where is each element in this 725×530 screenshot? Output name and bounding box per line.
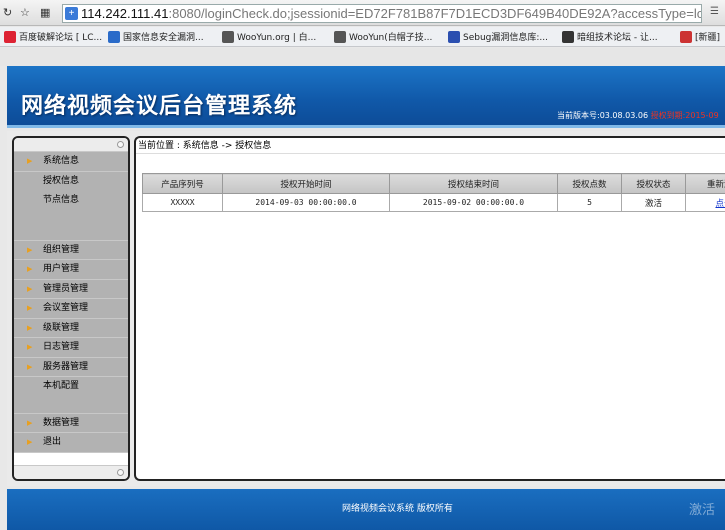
cell-reactivate: 点击 xyxy=(685,193,725,212)
collapse-dot-icon[interactable] xyxy=(117,141,124,148)
sidebar-item-label: 数据管理 xyxy=(43,417,80,428)
col-header-serial: 产品序列号 xyxy=(142,173,223,194)
triangle-right-icon: ▶ xyxy=(27,304,33,312)
col-header-start: 授权开始时间 xyxy=(222,173,390,194)
version-label: 当前版本号:03.08.03.06 xyxy=(557,111,649,120)
license-table: 产品序列号 授权开始时间 授权结束时间 授权点数 授权状态 重新激活 XXXXX… xyxy=(142,173,725,212)
cell-start: 2014-09-03 00:00:00.0 xyxy=(222,193,390,212)
bookmarks-bar: 百度破解论坛 [ LC... 国家信息安全漏洞... WooYun.org | 白.… xyxy=(0,27,725,47)
triangle-right-icon: ▶ xyxy=(27,245,33,254)
app-title: 网络视频会议后台管理系统 xyxy=(21,94,298,119)
activation-watermark: 激活 xyxy=(689,503,716,518)
table-header-row: 产品序列号 授权开始时间 授权结束时间 授权点数 授权状态 重新激活 xyxy=(142,173,725,194)
sidebar-item[interactable]: ▶ 级联管理 xyxy=(14,318,128,338)
bookmark-label: 国家信息安全漏洞... xyxy=(123,33,204,43)
browser-toolbar: ↻ ☆ ▦ + 114.242.111.41:8080/loginCheck.d… xyxy=(0,0,725,26)
triangle-right-icon: ▶ xyxy=(27,418,33,427)
url-path: :8080/loginCheck.do;jsessionid=ED72F781B… xyxy=(168,6,702,21)
bookmark-label: [新疆] xyxy=(695,33,721,43)
col-header-status: 授权状态 xyxy=(621,173,686,194)
browser-menu-icon[interactable]: ☰ xyxy=(710,6,719,17)
bookmark-favicon-icon xyxy=(108,30,120,43)
table-row: XXXXX 2014-09-03 00:00:00.0 2015-09-02 0… xyxy=(142,193,725,212)
content-panel: 当前位置 : 系统信息 -> 授权信息 产品序列号 授权开始时间 授权结束时间 … xyxy=(134,136,725,481)
reload-icon[interactable]: ↻ xyxy=(3,6,12,19)
url-host: 114.242.111.41 xyxy=(81,6,169,21)
bookmark-label: WooYun.org | 白... xyxy=(237,33,317,43)
sidebar-item-label: 会议室管理 xyxy=(43,303,89,313)
version-info: 当前版本号:03.08.03.06 授权到期:2015-09 xyxy=(557,110,719,121)
bookmark-item[interactable]: 国家信息安全漏洞... xyxy=(108,30,204,43)
collapse-dot-icon[interactable] xyxy=(117,469,124,476)
bookmark-item[interactable]: 百度破解论坛 [ LC... xyxy=(4,30,102,43)
site-favicon-icon: + xyxy=(65,7,78,20)
sidebar-subitem[interactable]: 授权信息 xyxy=(14,171,128,191)
triangle-right-icon: ▶ xyxy=(27,343,33,351)
breadcrumb: 当前位置 : 系统信息 -> 授权信息 xyxy=(136,138,725,154)
sidebar-subitem[interactable]: 节点信息 xyxy=(14,191,128,211)
app-footer: 网络视频会议系统 版权所有 激活 xyxy=(7,489,725,530)
sidebar-item-label: 用户管理 xyxy=(43,264,80,274)
sidebar-menu: ▶ 系统信息授权信息 节点信息 ▶ 组织管理 ▶ 用户管理 ▶ 管理员管理 ▶ 会议室管理 ▶ 级联管理… xyxy=(14,152,128,453)
apps-icon[interactable]: ▦ xyxy=(40,6,50,19)
bookmark-favicon-icon xyxy=(448,30,460,43)
sidebar-item[interactable]: ▶ 服务器管理 xyxy=(14,357,128,377)
sidebar-subitem[interactable]: 本机配置 xyxy=(14,377,128,397)
cell-points: 5 xyxy=(557,193,622,212)
sidebar-item[interactable]: ▶ 退出 xyxy=(14,433,128,453)
triangle-right-icon: ▶ xyxy=(27,265,33,273)
bookmark-label: Sebug漏洞信息库:... xyxy=(463,33,548,43)
sidebar-item-label: 管理员管理 xyxy=(43,283,89,294)
sidebar-item-label: 服务器管理 xyxy=(43,361,89,372)
bookmark-label: 百度破解论坛 [ LC... xyxy=(19,33,103,43)
sidebar-item[interactable]: ▶ 数据管理 xyxy=(14,413,128,433)
address-bar[interactable]: + 114.242.111.41:8080/loginCheck.do;jses… xyxy=(62,4,702,23)
triangle-right-icon: ▶ xyxy=(27,284,33,293)
col-header-points: 授权点数 xyxy=(557,173,622,194)
sidebar-item[interactable]: ▶ 管理员管理 xyxy=(14,279,128,299)
app-header: 网络视频会议后台管理系统 当前版本号:03.08.03.06 授权到期:2015… xyxy=(7,66,725,128)
sidebar-item[interactable]: ▶ 会议室管理 xyxy=(14,299,128,319)
bookmark-label: WooYun(白帽子技... xyxy=(349,33,433,43)
bookmark-favicon-icon xyxy=(334,30,346,43)
sidebar-item[interactable]: ▶ 用户管理 xyxy=(14,260,128,280)
bookmark-favicon-icon xyxy=(222,30,234,43)
star-icon[interactable]: ☆ xyxy=(20,6,30,19)
col-header-reactivate: 重新激活 xyxy=(685,173,725,194)
sidebar-item[interactable]: ▶ 组织管理 xyxy=(14,240,128,260)
triangle-right-icon: ▶ xyxy=(27,157,33,165)
bookmark-favicon-icon xyxy=(680,30,692,43)
sidebar-item-label: 系统信息 xyxy=(43,156,80,166)
bookmark-favicon-icon xyxy=(4,30,16,43)
triangle-right-icon: ▶ xyxy=(27,323,33,332)
license-expiry: 授权到期:2015-09 xyxy=(650,111,719,120)
sidebar-item-label: 退出 xyxy=(43,437,62,447)
sidebar-item-label: 级联管理 xyxy=(43,322,80,333)
bookmark-item[interactable]: 暗组技术论坛 - 让... xyxy=(562,30,658,43)
col-header-end: 授权结束时间 xyxy=(389,173,558,194)
main-area: ▶ 系统信息授权信息 节点信息 ▶ 组织管理 ▶ 用户管理 ▶ 管理员管理 ▶ 会议室管理 ▶ 级联管理… xyxy=(7,131,725,486)
sidebar-item[interactable]: ▶ 日志管理 xyxy=(14,338,128,358)
cell-status: 激活 xyxy=(621,193,686,212)
reactivate-link[interactable]: 点击 xyxy=(715,199,725,209)
sidebar-item[interactable]: ▶ 系统信息 xyxy=(14,152,128,172)
bookmark-item[interactable]: Sebug漏洞信息库:... xyxy=(448,30,548,43)
bookmark-item[interactable]: WooYun.org | 白... xyxy=(222,30,316,43)
bookmark-label: 暗组技术论坛 - 让... xyxy=(577,33,658,43)
bookmark-item[interactable]: WooYun(白帽子技... xyxy=(334,30,432,43)
copyright-text: 网络视频会议系统 版权所有 xyxy=(342,504,453,514)
bookmark-favicon-icon xyxy=(562,30,574,43)
triangle-right-icon: ▶ xyxy=(27,438,33,446)
triangle-right-icon: ▶ xyxy=(27,362,33,371)
sidebar: ▶ 系统信息授权信息 节点信息 ▶ 组织管理 ▶ 用户管理 ▶ 管理员管理 ▶ 会议室管理 ▶ 级联管理… xyxy=(12,136,130,481)
cell-serial: XXXXX xyxy=(142,193,223,212)
sidebar-item-label: 组织管理 xyxy=(43,244,80,255)
bookmark-item[interactable]: [新疆] xyxy=(680,30,720,43)
sidebar-item-label: 日志管理 xyxy=(43,342,80,352)
cell-end: 2015-09-02 00:00:00.0 xyxy=(389,193,558,212)
